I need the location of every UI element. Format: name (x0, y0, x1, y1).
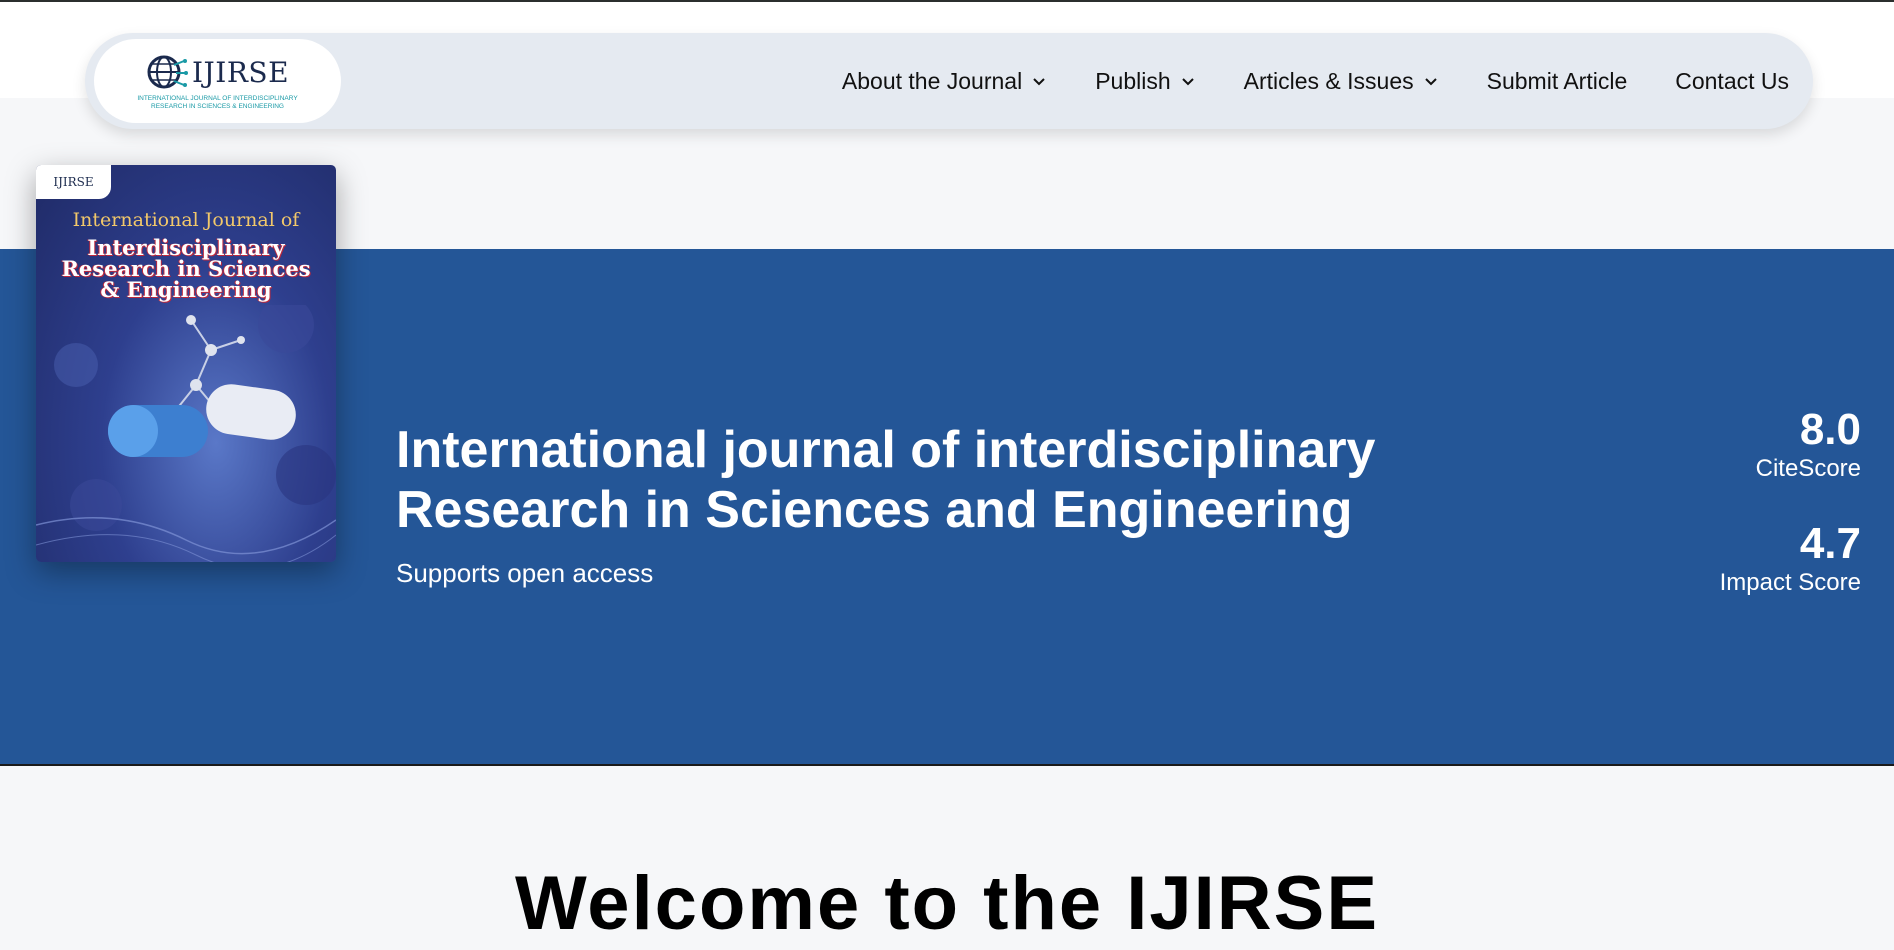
cover-logo: IJIRSE (36, 165, 111, 199)
chevron-down-icon (1181, 78, 1194, 86)
journal-title: International journal of interdisciplina… (396, 420, 1476, 540)
citescore-metric: 8.0 CiteScore (1756, 406, 1861, 484)
chevron-down-icon (1424, 78, 1437, 86)
nav-label: Submit Article (1486, 67, 1628, 94)
nav-publish[interactable]: Publish (1095, 68, 1195, 95)
molecule-capsule-illustration (36, 305, 336, 562)
impact-score-label: Impact Score (1719, 569, 1861, 596)
globe-circuit-icon (147, 55, 188, 89)
nav-label: About the Journal (841, 67, 1023, 94)
cover-title-main: Interdisciplinary Research in Sciences &… (36, 237, 336, 300)
journal-title-line1: International journal of interdisciplina… (396, 421, 1376, 479)
nav-label: Articles & Issues (1243, 67, 1414, 94)
site-header: IJIRSE INTERNATIONAL JOURNAL OF INTERDIS… (85, 33, 1813, 129)
logo-subtitle: INTERNATIONAL JOURNAL OF INTERDISCIPLINA… (137, 95, 298, 110)
cover-title-line2b: Research in Sciences (61, 256, 311, 281)
logo-row: IJIRSE (146, 51, 289, 93)
welcome-heading: Welcome to the IJIRSE (514, 861, 1380, 946)
main-nav: About the Journal Publish Articles & Iss… (842, 33, 1789, 129)
cover-title-line1: International Journal of (72, 209, 300, 231)
impact-score-metric: 4.7 Impact Score (1720, 520, 1861, 598)
cover-logo-title: IJIRSE (53, 175, 94, 189)
impact-score-value: 4.7 (1799, 519, 1861, 568)
nav-about-the-journal[interactable]: About the Journal (842, 68, 1047, 95)
nav-contact-us[interactable]: Contact Us (1675, 68, 1789, 95)
site-logo[interactable]: IJIRSE INTERNATIONAL JOURNAL OF INTERDIS… (94, 39, 341, 123)
open-access-note: Supports open access (396, 558, 654, 588)
journal-title-line2: Research in Sciences and Engineering (396, 481, 1353, 539)
chevron-down-icon (1033, 78, 1045, 86)
nav-submit-article[interactable]: Submit Article (1487, 68, 1628, 95)
citescore-value: 8.0 (1799, 405, 1861, 454)
logo-title: IJIRSE (191, 55, 290, 89)
nav-label: Publish (1095, 67, 1171, 94)
cover-title-line2c: & Engineering (100, 277, 272, 302)
nav-label: Contact Us (1675, 67, 1789, 94)
citescore-label: CiteScore (1755, 455, 1861, 482)
journal-cover-image: IJIRSE International Journal of Interdis… (36, 165, 336, 562)
nav-articles-issues[interactable]: Articles & Issues (1244, 68, 1439, 95)
cover-title-line2a: Interdisciplinary (87, 235, 285, 260)
